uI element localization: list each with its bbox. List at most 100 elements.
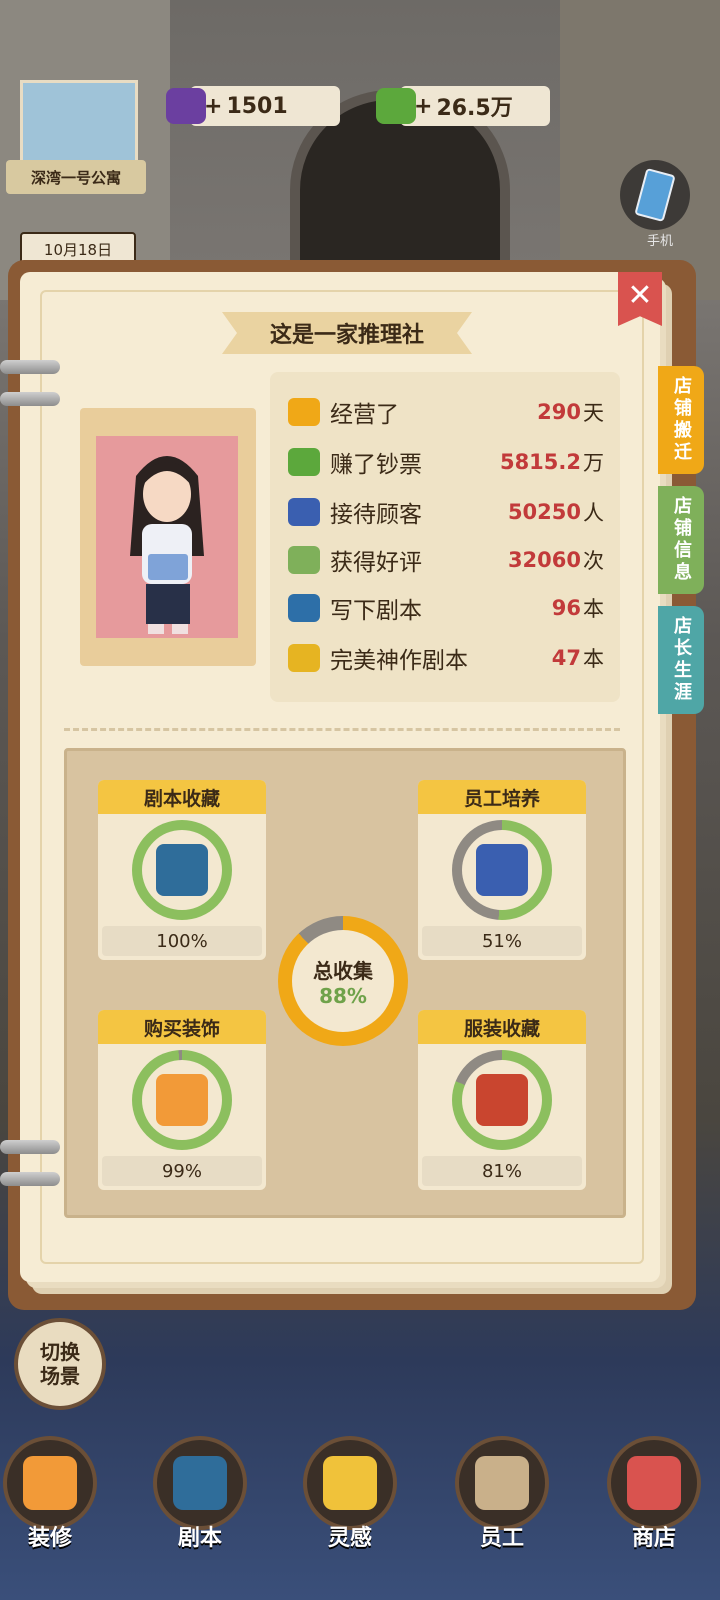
collection-progress-ring [132, 1050, 232, 1150]
collection-progress-ring [132, 820, 232, 920]
total-collection-ring: 总收集 88% [278, 916, 408, 1046]
stat-label: 经营了 [330, 402, 399, 428]
stat-value: 96 [551, 596, 581, 620]
collection-percent: 99% [102, 1156, 262, 1186]
collection-card-title: 购买装饰 [98, 1010, 266, 1044]
add-gems-icon[interactable]: + [204, 94, 222, 119]
stat-row: 写下剧本 96 本 [284, 586, 604, 630]
nav-icon-circle [153, 1436, 247, 1530]
stat-row: 赚了钞票 5815.2 万 [284, 440, 604, 484]
manager-portrait [96, 436, 238, 638]
stat-value: 47 [551, 646, 581, 670]
add-cash-icon[interactable]: + [414, 94, 432, 119]
nav-item[interactable]: 剧本 [150, 1436, 250, 1552]
binder-ring-icon [0, 1172, 60, 1186]
collection-progress-ring [452, 820, 552, 920]
decorate-house-icon [23, 1456, 77, 1510]
stat-unit: 天 [583, 401, 604, 425]
stat-row: 经营了 290 天 [284, 390, 604, 434]
cash-icon [284, 444, 324, 480]
collection-card-title: 剧本收藏 [98, 780, 266, 814]
collection-card[interactable]: 员工培养 51% [418, 780, 586, 960]
mystery-shirt-icon [476, 1074, 528, 1126]
tab-store-info[interactable]: 店铺信息 [658, 486, 704, 594]
nav-label: 商店 [631, 1526, 676, 1551]
stat-value: 32060 [507, 548, 581, 572]
stat-row: 完美神作剧本 47 本 [284, 636, 604, 680]
nav-label: 灵感 [327, 1526, 372, 1551]
tab-manager-career[interactable]: 店长生涯 [658, 606, 704, 714]
stat-label: 获得好评 [330, 550, 422, 576]
collection-card[interactable]: 服装收藏 81% [418, 1010, 586, 1190]
collection-card-title: 员工培养 [418, 780, 586, 814]
stat-label: 赚了钞票 [330, 452, 422, 478]
nav-icon-circle [607, 1436, 701, 1530]
page-title: 这是一家推理社 [222, 312, 472, 354]
collection-card-title: 服装收藏 [418, 1010, 586, 1044]
cash-count: 26.5万 [436, 96, 513, 121]
script-book-icon [156, 844, 208, 896]
thumbs-up-icon [284, 542, 324, 578]
cash-icon [376, 88, 416, 124]
phone-icon [634, 167, 676, 223]
stat-label: 完美神作剧本 [330, 648, 468, 674]
shop-house-icon [156, 1074, 208, 1126]
switch-scene-label: 切换场景 [40, 1340, 80, 1388]
stat-value: 5815.2 [499, 450, 581, 474]
stat-label: 接待顾客 [330, 502, 422, 528]
section-divider [64, 728, 620, 731]
house-icon [284, 394, 324, 430]
gem-counter[interactable]: + 1501 [166, 86, 340, 126]
stat-label: 写下剧本 [330, 598, 422, 624]
collection-percent: 51% [422, 926, 582, 956]
staff-badge-icon [475, 1456, 529, 1510]
collection-percent: 81% [422, 1156, 582, 1186]
stat-unit: 人 [583, 501, 604, 525]
collection-percent: 100% [102, 926, 262, 956]
customers-icon [284, 494, 324, 530]
stat-unit: 万 [583, 451, 604, 475]
collection-progress-ring [452, 1050, 552, 1150]
gem-count: 1501 [226, 93, 288, 119]
switch-scene-button[interactable]: 切换场景 [14, 1318, 106, 1410]
stat-unit: 本 [583, 597, 604, 621]
nav-label: 剧本 [177, 1526, 222, 1551]
nav-item[interactable]: 商店 [604, 1436, 704, 1552]
nav-item[interactable]: 装修 [0, 1436, 100, 1552]
collection-card[interactable]: 剧本收藏 100% [98, 780, 266, 960]
binder-ring-icon [0, 360, 60, 374]
nav-icon-circle [455, 1436, 549, 1530]
stat-value: 290 [537, 400, 581, 424]
script-book-icon [284, 590, 324, 626]
scene-wall-right [560, 0, 720, 300]
binder-ring-icon [0, 1140, 60, 1154]
manager-character-icon [130, 456, 204, 634]
nav-item[interactable]: 灵感 [300, 1436, 400, 1552]
stat-row: 获得好评 32060 次 [284, 538, 604, 582]
script-book-icon [173, 1456, 227, 1510]
nav-icon-circle [3, 1436, 97, 1530]
gem-icon [166, 88, 206, 124]
stat-value: 50250 [507, 500, 581, 524]
binder-ring-icon [0, 392, 60, 406]
apartment-label[interactable]: 深湾一号公寓 [6, 160, 146, 194]
tab-store-relocation[interactable]: 店铺搬迁 [658, 366, 704, 474]
nav-label: 装修 [27, 1526, 72, 1551]
stat-unit: 次 [583, 549, 604, 573]
nav-label: 员工 [479, 1526, 524, 1551]
gold-script-icon [284, 640, 324, 676]
nav-icon-circle [303, 1436, 397, 1530]
inspiration-bulb-icon [323, 1456, 377, 1510]
phone-button[interactable] [620, 160, 690, 230]
apartment-thumbnail[interactable] [20, 80, 138, 168]
nav-item[interactable]: 员工 [452, 1436, 552, 1552]
stat-unit: 本 [583, 647, 604, 671]
total-collection-title: 总收集 [313, 958, 373, 983]
total-collection-value: 88% [319, 983, 367, 1008]
stat-row: 接待顾客 50250 人 [284, 490, 604, 534]
cash-counter[interactable]: + 26.5万 [376, 86, 550, 126]
collection-card[interactable]: 购买装饰 99% [98, 1010, 266, 1190]
staff-icon [476, 844, 528, 896]
shop-icon [627, 1456, 681, 1510]
phone-label: 手机 [646, 234, 673, 249]
